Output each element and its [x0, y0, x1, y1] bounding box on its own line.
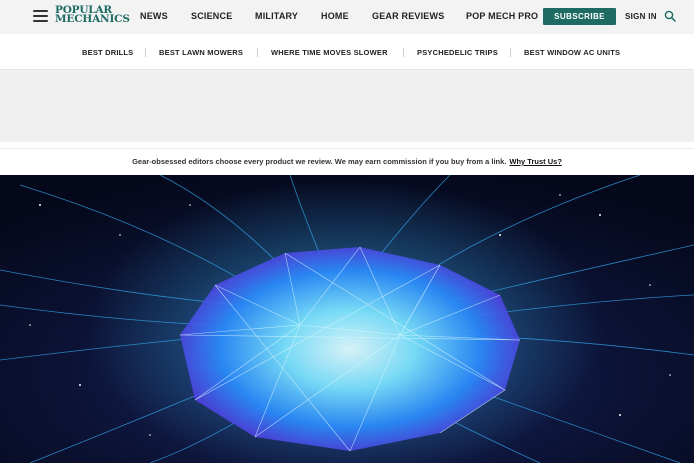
subnav-divider [403, 48, 404, 57]
subnav-best-lawn-mowers[interactable]: BEST LAWN MOWERS [159, 48, 243, 57]
trending-subnav: BEST DRILLS BEST LAWN MOWERS WHERE TIME … [0, 34, 694, 70]
subnav-best-window-ac-units[interactable]: BEST WINDOW AC UNITS [524, 48, 620, 57]
search-icon[interactable] [664, 10, 676, 22]
subscribe-button[interactable]: SUBSCRIBE [543, 8, 616, 25]
sign-in-link[interactable]: SIGN IN [625, 12, 657, 21]
site-logo[interactable]: POPULAR MECHANICS [55, 5, 130, 25]
hero-image [0, 175, 694, 463]
logo-line-2: MECHANICS [55, 13, 130, 25]
why-trust-us-link[interactable]: Why Trust Us? [509, 157, 562, 166]
subnav-psychedelic-trips[interactable]: PSYCHEDELIC TRIPS [417, 48, 498, 57]
top-navigation: POPULAR MECHANICS NEWS SCIENCE MILITARY … [0, 0, 694, 34]
nav-home[interactable]: HOME [321, 11, 349, 21]
affiliate-disclosure: Gear-obsessed editors choose every produ… [0, 148, 694, 174]
subnav-divider [510, 48, 511, 57]
hamburger-icon[interactable] [33, 10, 48, 22]
subnav-best-drills[interactable]: BEST DRILLS [82, 48, 133, 57]
nav-pop-mech-pro[interactable]: POP MECH PRO [466, 11, 538, 21]
subnav-divider [257, 48, 258, 57]
subnav-where-time-moves-slower[interactable]: WHERE TIME MOVES SLOWER [271, 48, 388, 57]
disclosure-text: Gear-obsessed editors choose every produ… [132, 157, 507, 166]
nav-gear-reviews[interactable]: GEAR REVIEWS [372, 11, 444, 21]
nav-science[interactable]: SCIENCE [191, 11, 232, 21]
subnav-divider [145, 48, 146, 57]
nav-news[interactable]: NEWS [140, 11, 168, 21]
nav-military[interactable]: MILITARY [255, 11, 298, 21]
glowing-network-sphere-illustration [0, 175, 694, 463]
ad-placeholder [0, 70, 694, 142]
